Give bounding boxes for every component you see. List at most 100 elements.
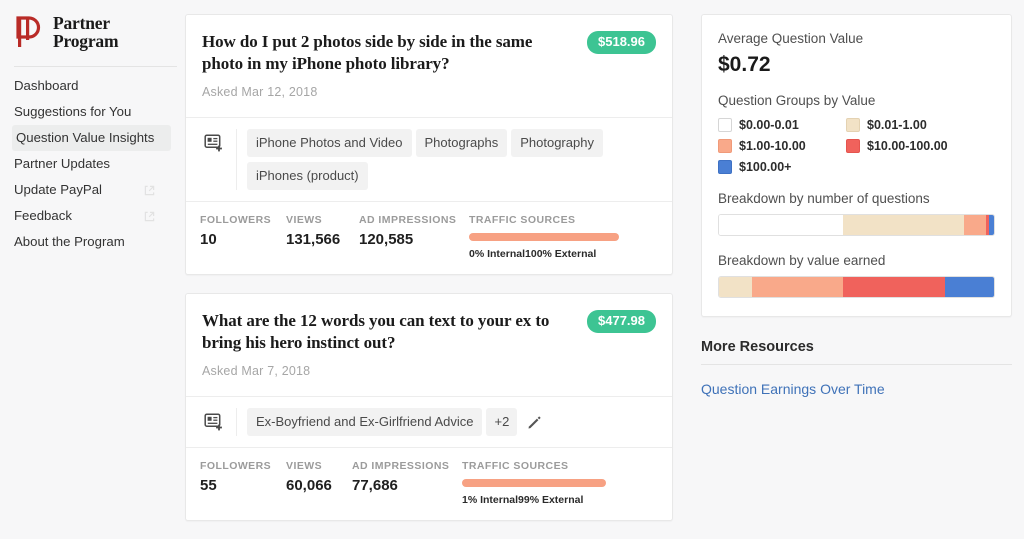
sidebar-item-label: Question Value Insights [16,130,155,145]
topics-row: iPhone Photos and Video Photographs Phot… [186,117,672,201]
sidebar-item-dashboard[interactable]: Dashboard [12,73,163,99]
edit-topics-icon[interactable] [521,411,548,434]
traffic-internal-pct: 0% Internal [469,248,526,260]
sidebar-item-label: Update PayPal [14,182,102,197]
more-resources-divider [701,364,1012,365]
topic-tag[interactable]: iPhone Photos and Video [247,129,412,157]
stat-label: FOLLOWERS [200,214,272,226]
legend-label: $100.00+ [739,160,792,174]
legend-label: $10.00-100.00 [867,139,948,153]
traffic-external-pct: 99% External [518,494,584,506]
sidebar-nav: Dashboard Suggestions for You Question V… [12,73,185,255]
breakdown-value-label: Breakdown by value earned [718,253,886,268]
sidebar: Partner Program Dashboard Suggestions fo… [0,0,185,539]
legend-swatch [718,160,732,174]
external-link-icon [144,185,155,196]
topic-tag[interactable]: iPhones (product) [247,162,368,190]
sidebar-item-partner-updates[interactable]: Partner Updates [12,151,163,177]
stat-followers: FOLLOWERS 55 [200,460,286,494]
stat-views: VIEWS 60,066 [286,460,352,494]
stat-label: FOLLOWERS [200,460,272,472]
breakdown-questions-label: Breakdown by number of questions [718,191,930,206]
question-groups-label: Question Groups by Value [718,93,876,108]
add-topic-icon[interactable] [200,129,237,190]
sidebar-item-label: About the Program [14,234,125,249]
value-legend: $0.00-0.01 $0.01-1.00 $1.00-10.00 $10.00… [718,118,995,174]
add-topic-icon[interactable] [200,408,237,436]
stat-ad-impressions: AD IMPRESSIONS 120,585 [359,214,469,248]
stat-label: AD IMPRESSIONS [352,460,450,472]
question-stats: FOLLOWERS 55 VIEWS 60,066 AD IMPRESSIONS… [186,447,672,520]
legend-swatch [718,139,732,153]
brand-line-1: Partner [53,12,110,33]
chart-segment-1-10 [963,215,986,235]
earnings-badge: $477.98 [587,310,656,333]
legend-item-1[interactable]: $0.01-1.00 [846,118,995,132]
question-card[interactable]: What are the 12 words you can text to yo… [185,293,673,521]
chart-segment-100-plus [989,215,994,235]
average-question-value: $0.72 [718,53,771,76]
external-link-icon [144,211,155,222]
stat-label: VIEWS [286,460,323,472]
sidebar-item-suggestions[interactable]: Suggestions for You [12,99,163,125]
sidebar-item-about-the-program[interactable]: About the Program [12,229,163,255]
question-header: How do I put 2 photos side by side in th… [186,15,672,117]
sidebar-item-update-paypal[interactable]: Update PayPal [12,177,163,203]
question-title[interactable]: What are the 12 words you can text to yo… [202,311,549,352]
link-question-earnings-over-time[interactable]: Question Earnings Over Time [701,381,1012,397]
legend-item-0[interactable]: $0.00-0.01 [718,118,846,132]
stat-value: 55 [200,477,217,494]
sidebar-item-label: Feedback [14,208,72,223]
earnings-badge: $518.96 [587,31,656,54]
topic-tag-list: Ex-Boyfriend and Ex-Girlfriend Advice +2 [247,408,548,436]
chart-segment-0-01 [719,215,843,235]
stat-value: 10 [200,231,217,248]
question-asked-date: Asked Mar 12, 2018 [202,85,318,99]
brand-logo[interactable]: Partner Program [12,12,185,50]
quora-p-logo-icon [14,14,46,50]
topic-tag[interactable]: Photographs [415,129,508,157]
legend-item-2[interactable]: $1.00-10.00 [718,139,846,153]
brand-line-2: Program [53,30,119,51]
stat-label: VIEWS [286,214,323,226]
topic-overflow-count[interactable]: +2 [486,408,518,436]
sidebar-item-label: Partner Updates [14,156,111,171]
question-title-block: What are the 12 words you can text to yo… [202,310,577,382]
stat-label: AD IMPRESSIONS [359,214,457,226]
legend-label: $0.01-1.00 [867,118,927,132]
sidebar-item-feedback[interactable]: Feedback [12,203,163,229]
sidebar-item-question-value-insights[interactable]: Question Value Insights [12,125,171,151]
chart-segment-1-10 [752,277,843,297]
question-card[interactable]: How do I put 2 photos side by side in th… [185,14,673,275]
chart-segment-100-plus [944,277,994,297]
chart-segment-001-1 [719,277,752,297]
question-value-panel: Average Question Value $0.72 Question Gr… [701,14,1012,317]
traffic-internal-pct: 1% Internal [462,494,519,506]
legend-item-4[interactable]: $100.00+ [718,160,846,174]
traffic-external-pct: 100% External [525,248,597,260]
sidebar-item-label: Suggestions for You [14,104,132,119]
traffic-sources-bar [462,479,606,487]
more-resources-title: More Resources [701,339,814,355]
stat-value: 120,585 [359,231,414,248]
stat-value: 131,566 [286,231,341,248]
breakdown-questions-chart [718,214,995,236]
question-stats: FOLLOWERS 10 VIEWS 131,566 AD IMPRESSION… [186,201,672,274]
legend-label: $1.00-10.00 [739,139,806,153]
sidebar-divider [14,66,177,67]
stat-label: TRAFFIC SOURCES [462,460,569,472]
stat-views: VIEWS 131,566 [286,214,359,248]
question-asked-date: Asked Mar 7, 2018 [202,364,311,378]
legend-swatch [718,118,732,132]
topic-tag[interactable]: Photography [511,129,603,157]
legend-swatch [846,139,860,153]
insights-sidebar: Average Question Value $0.72 Question Gr… [673,0,1024,539]
topic-tag[interactable]: Ex-Boyfriend and Ex-Girlfriend Advice [247,408,483,436]
legend-label: $0.00-0.01 [739,118,799,132]
traffic-sources-bar [469,233,619,241]
stat-ad-impressions: AD IMPRESSIONS 77,686 [352,460,462,494]
question-title[interactable]: How do I put 2 photos side by side in th… [202,32,532,73]
question-header: What are the 12 words you can text to yo… [186,294,672,396]
traffic-legend: 0% Internal100% External [469,248,619,260]
legend-item-3[interactable]: $10.00-100.00 [846,139,995,153]
